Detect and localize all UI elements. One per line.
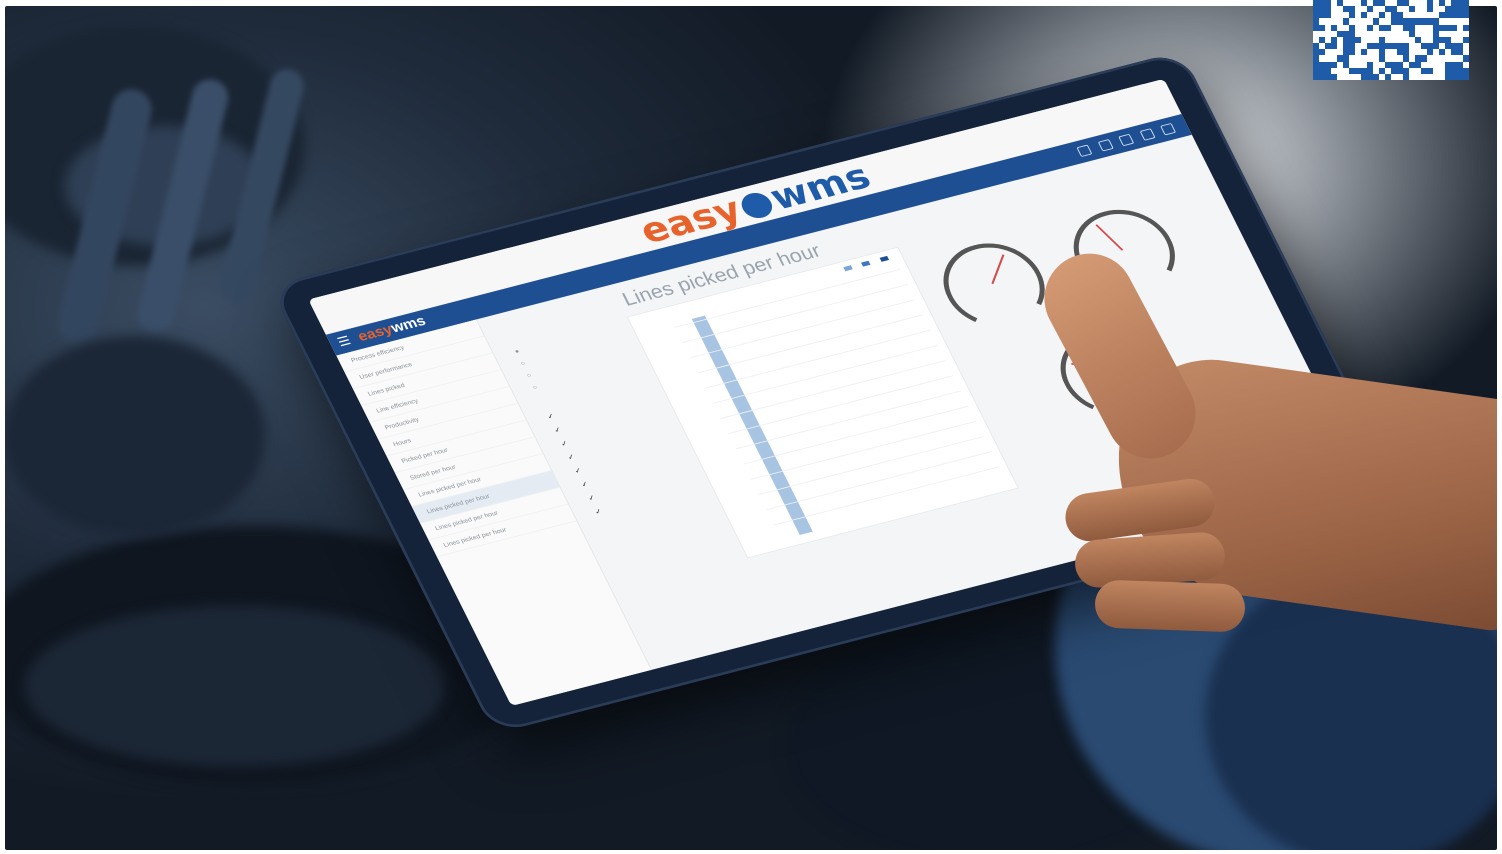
gauge-dial <box>927 233 1061 338</box>
settings-icon[interactable] <box>1118 133 1135 147</box>
chart-gridline <box>750 420 977 480</box>
checkmark-icon: ✓ <box>579 479 590 489</box>
notification-icon[interactable] <box>1076 144 1093 157</box>
chart-legend <box>836 255 892 274</box>
qr-code-icon <box>1313 0 1469 80</box>
user-icon[interactable] <box>1097 139 1114 152</box>
hamburger-menu-icon[interactable]: ☰ <box>335 333 353 350</box>
chart-gridline <box>689 299 916 359</box>
chart-gridline <box>705 329 931 389</box>
chart-gridline <box>697 314 924 374</box>
chart-gridline <box>765 451 992 511</box>
legend-swatch <box>843 265 853 272</box>
hand <box>1028 237 1497 776</box>
chart-gridline <box>720 360 946 419</box>
checkmark-icon: ✓ <box>566 452 577 462</box>
checkmark-icon: ✓ <box>552 425 563 435</box>
engine-hose <box>25 606 445 766</box>
chart-gridline <box>735 390 962 450</box>
help-icon[interactable] <box>1139 128 1156 141</box>
legend-swatch <box>879 255 890 262</box>
finger <box>1094 579 1246 633</box>
checkmark-icon: ✓ <box>573 466 583 476</box>
chart-gridline <box>743 405 969 465</box>
thumb <box>1028 237 1212 475</box>
legend-swatch <box>861 260 871 267</box>
chart-gridline <box>773 466 1000 526</box>
checkmark-icon: ✓ <box>586 493 597 503</box>
photo-scene: easywms ☰ easywms Lines picked per hour … <box>5 6 1497 850</box>
engine-part <box>5 336 265 536</box>
checkmark-icon: ✓ <box>593 507 604 516</box>
chart-gridline <box>712 344 939 404</box>
chart-gridline <box>682 284 908 343</box>
logout-icon[interactable] <box>1160 122 1177 136</box>
checkmark-icon: ✓ <box>559 439 570 448</box>
chart-gridline <box>727 375 954 435</box>
checkmark-icon: ✓ <box>545 411 556 421</box>
chart-gridline <box>758 436 984 495</box>
